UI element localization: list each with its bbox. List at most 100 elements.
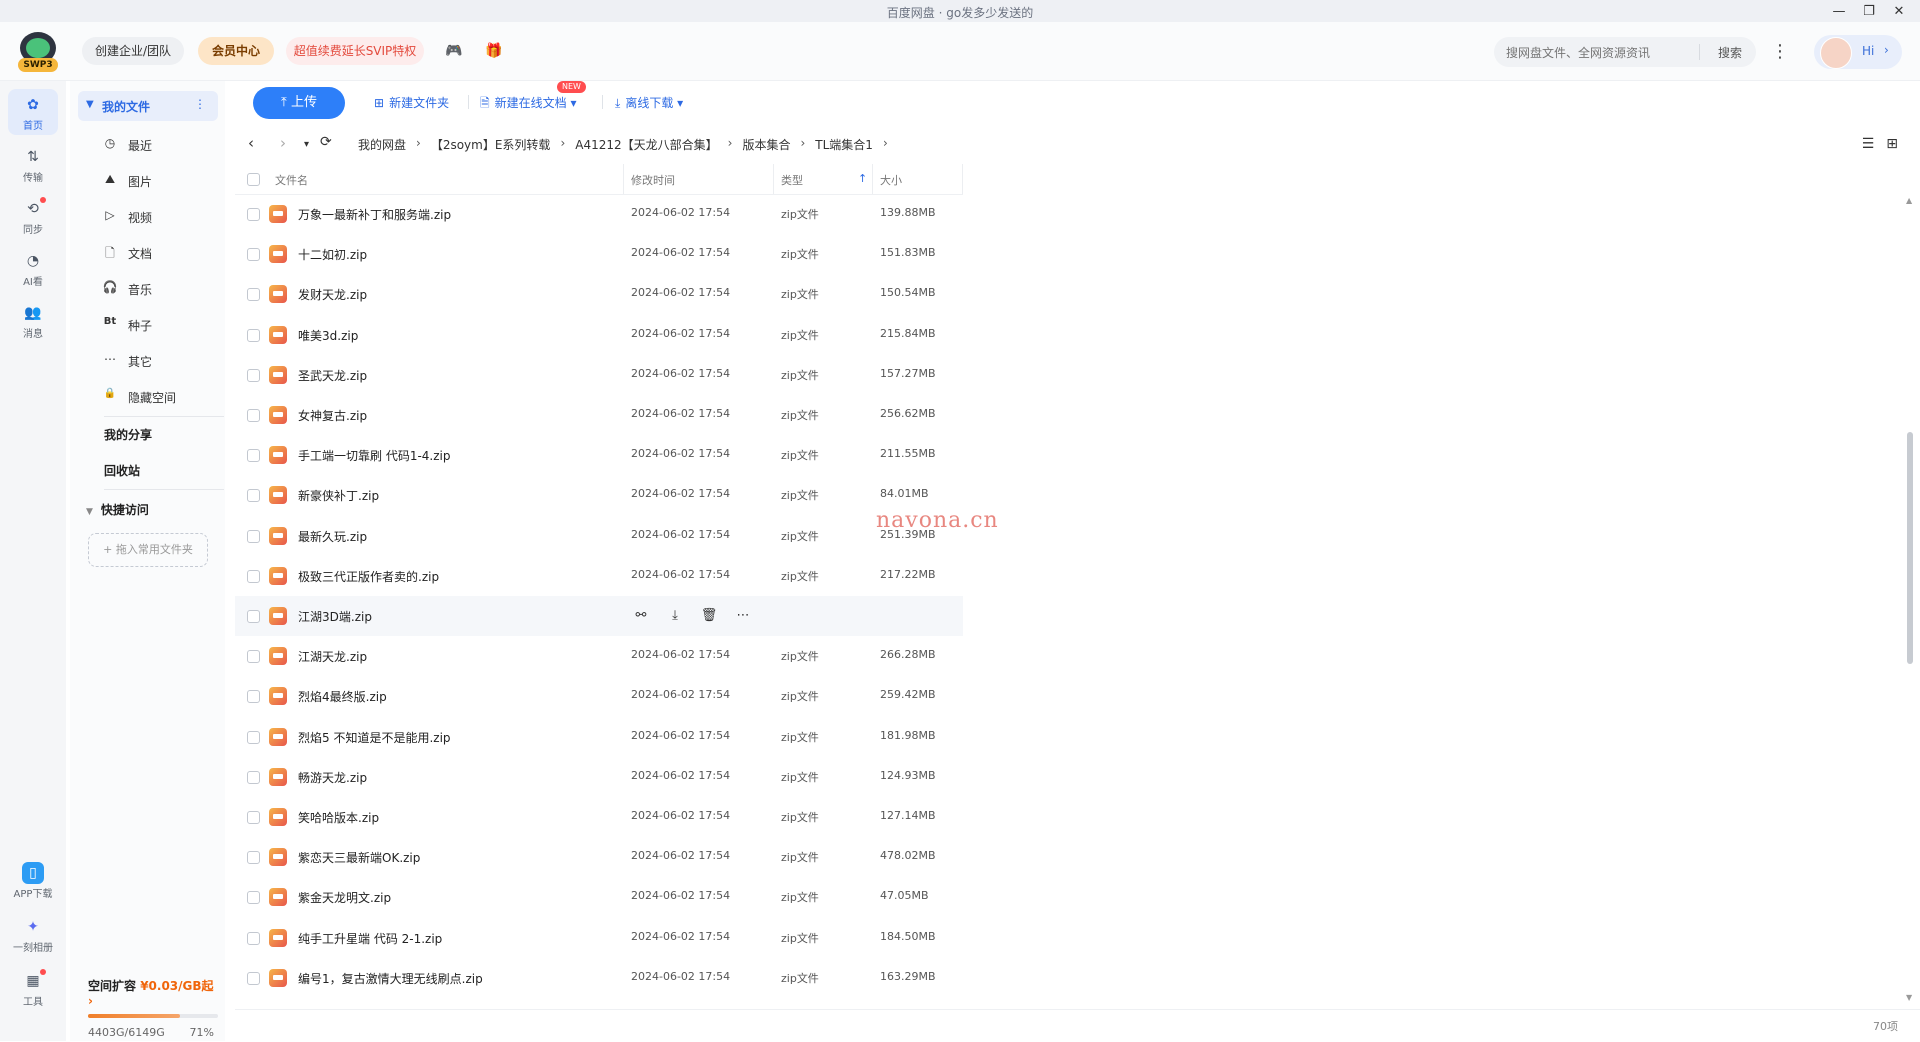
table-row[interactable]: 畅游天龙.zip 2024-06-02 17:54 zip文件 124.93MB <box>235 757 963 797</box>
row-checkbox[interactable] <box>247 971 260 985</box>
history-dropdown-icon[interactable]: ▾ <box>304 139 309 150</box>
row-checkbox[interactable] <box>247 610 260 623</box>
table-row[interactable]: 江湖3D端.zip ⚯ ⤓ 🗑 ⋯ <box>235 596 963 636</box>
new-folder-button[interactable]: ⊞ 新建文件夹 <box>374 94 449 111</box>
scroll-down-icon[interactable]: ▼ <box>1906 993 1912 1002</box>
file-name[interactable]: 紫恋天三最新端OK.zip <box>298 849 420 866</box>
sidebar-item-docs[interactable]: 🗋 文档 <box>102 238 222 268</box>
table-row[interactable]: 手工端一切靠刷 代码1-4.zip 2024-06-02 17:54 zip文件 21… <box>235 435 963 475</box>
file-name[interactable]: 唯美3d.zip <box>298 327 358 344</box>
create-team-button[interactable]: 创建企业/团队 <box>82 37 184 65</box>
table-row[interactable]: 新豪侠补丁.zip 2024-06-02 17:54 zip文件 84.01MB <box>235 475 963 515</box>
close-icon[interactable]: ✕ <box>1884 1 1914 21</box>
minimize-icon[interactable]: — <box>1824 1 1854 21</box>
file-name[interactable]: 万象一最新补丁和服务端.zip <box>298 206 451 223</box>
quick-access-header[interactable]: ▼ 快捷访问 <box>86 501 149 518</box>
file-name[interactable]: 紫金天龙明文.zip <box>298 889 391 906</box>
sidebar-item-torrent[interactable]: Bt 种子 <box>102 310 222 340</box>
row-checkbox[interactable] <box>247 811 260 824</box>
refresh-icon[interactable]: ⟳ <box>320 134 332 150</box>
row-checkbox[interactable] <box>247 449 260 463</box>
table-row[interactable]: 紫金天龙明文.zip 2024-06-02 17:54 zip文件 47.05MB <box>235 877 963 917</box>
scrollbar-thumb[interactable] <box>1907 432 1913 664</box>
row-checkbox[interactable] <box>247 409 260 422</box>
file-name[interactable]: 新豪侠补丁.zip <box>298 487 379 504</box>
restore-icon[interactable]: ❐ <box>1854 1 1884 21</box>
breadcrumb-item[interactable]: 我的网盘 <box>358 136 406 153</box>
row-checkbox[interactable] <box>247 328 260 342</box>
table-row[interactable]: 万象一最新补丁和服务端.zip 2024-06-02 17:54 zip文件 139.… <box>235 194 963 234</box>
file-name[interactable]: 畅游天龙.zip <box>298 769 367 786</box>
table-row[interactable]: 发财天龙.zip 2024-06-02 17:54 zip文件 150.54MB <box>235 274 963 314</box>
more-vertical-icon[interactable]: ⋮ <box>194 97 206 111</box>
sort-list-icon[interactable]: ☰ <box>1862 136 1875 152</box>
grid-view-icon[interactable]: ⊞ <box>1886 136 1898 152</box>
column-size[interactable]: 大小 <box>880 172 902 188</box>
user-profile[interactable]: Hi › <box>1814 35 1902 69</box>
table-row[interactable]: 纯手工升星端 代码 2-1.zip 2024-06-02 17:54 zip文件 18… <box>235 918 963 958</box>
breadcrumb-item[interactable]: A41212【天龙八部合集】 <box>575 136 717 153</box>
table-row[interactable]: 十二如初.zip 2024-06-02 17:54 zip文件 151.83MB <box>235 234 963 274</box>
file-name[interactable]: 江湖3D端.zip <box>298 608 372 625</box>
sidebar-my-files[interactable]: ▼ 我的文件 ⋮ <box>78 91 218 121</box>
file-name[interactable]: 发财天龙.zip <box>298 286 367 303</box>
upload-button[interactable]: ⤒ 上传 <box>253 87 345 119</box>
rail-ai[interactable]: ◔ AI看 <box>8 245 58 291</box>
search-button[interactable]: 搜索 <box>1718 44 1742 61</box>
table-row[interactable]: 极致三代正版作者卖的.zip 2024-06-02 17:54 zip文件 217.2… <box>235 556 963 596</box>
delete-icon[interactable]: 🗑 <box>699 606 719 626</box>
rail-message[interactable]: 👥 消息 <box>8 297 58 343</box>
file-name[interactable]: 女神复古.zip <box>298 407 367 424</box>
gift-icon[interactable]: 🎁 <box>484 41 504 61</box>
back-icon[interactable]: ‹ <box>248 134 254 152</box>
rail-album[interactable]: ✦ 一刻相册 <box>8 911 58 957</box>
row-checkbox[interactable] <box>247 529 260 543</box>
sidebar-item-music[interactable]: 🎧 音乐 <box>102 274 222 304</box>
vip-center-button[interactable]: 会员中心 <box>198 37 274 65</box>
sidebar-item-recent[interactable]: ◷ 最近 <box>102 130 222 160</box>
sidebar-my-share[interactable]: 我的分享 <box>104 426 152 443</box>
row-checkbox[interactable] <box>247 770 260 784</box>
row-checkbox[interactable] <box>247 489 260 503</box>
app-logo[interactable]: SWP3 <box>18 32 62 72</box>
file-name[interactable]: 圣武天龙.zip <box>298 367 367 384</box>
row-checkbox[interactable] <box>247 208 260 221</box>
row-checkbox[interactable] <box>247 569 260 583</box>
breadcrumb-item[interactable]: TL端集合1 <box>815 136 873 153</box>
row-checkbox[interactable] <box>247 690 260 704</box>
download-icon[interactable]: ⤓ <box>665 606 685 626</box>
scrollbar[interactable]: ▲ ▼ <box>1906 196 1914 1002</box>
table-row[interactable]: 烈焰5 不知道是不是能用.zip 2024-06-02 17:54 zip文件 181… <box>235 717 963 757</box>
share-icon[interactable]: ⚯ <box>631 606 651 626</box>
file-name[interactable]: 笑哈哈版本.zip <box>298 809 379 826</box>
file-name[interactable]: 手工端一切靠刷 代码1-4.zip <box>298 447 450 464</box>
file-name[interactable]: 极致三代正版作者卖的.zip <box>298 568 439 585</box>
column-modified[interactable]: 修改时间 <box>631 172 675 188</box>
more-menu-icon[interactable]: ⋮ <box>1770 40 1790 64</box>
file-name[interactable]: 纯手工升星端 代码 2-1.zip <box>298 930 442 947</box>
row-checkbox[interactable] <box>247 248 260 262</box>
row-checkbox[interactable] <box>247 730 260 744</box>
file-name[interactable]: 编号1，复古激情大理无线刷点.zip <box>298 970 483 987</box>
sort-asc-icon[interactable]: ↑ <box>858 172 867 185</box>
table-row[interactable]: 女神复古.zip 2024-06-02 17:54 zip文件 256.62MB <box>235 395 963 435</box>
select-all-checkbox[interactable] <box>247 173 260 186</box>
row-checkbox[interactable] <box>247 368 260 382</box>
column-name[interactable]: 文件名 <box>275 172 308 188</box>
row-checkbox[interactable] <box>247 891 260 905</box>
table-row[interactable]: 笑哈哈版本.zip 2024-06-02 17:54 zip文件 127.14MB <box>235 797 963 837</box>
breadcrumb-item[interactable]: 版本集合 <box>742 136 790 153</box>
storage-panel[interactable]: 空间扩容 ¥0.03/GB起 › 4403G/6149G 71% <box>88 977 218 1039</box>
rail-tools[interactable]: ▦ 工具 <box>8 965 58 1011</box>
sidebar-item-images[interactable]: ⛰ 图片 <box>102 166 222 196</box>
table-row[interactable]: 烈焰4最终版.zip 2024-06-02 17:54 zip文件 259.42MB <box>235 676 963 716</box>
sidebar-item-hidden-space[interactable]: 🔒 隐藏空间 <box>102 382 222 412</box>
offline-download-button[interactable]: ⤓ 离线下载 ▾ <box>615 94 683 111</box>
rail-home[interactable]: ✿ 首页 <box>8 89 58 135</box>
table-row[interactable]: 圣武天龙.zip 2024-06-02 17:54 zip文件 157.27MB <box>235 355 963 395</box>
table-row[interactable]: 最新久玩.zip 2024-06-02 17:54 zip文件 251.39MB <box>235 516 963 556</box>
table-row[interactable]: 江湖天龙.zip 2024-06-02 17:54 zip文件 266.28MB <box>235 636 963 676</box>
more-icon[interactable]: ⋯ <box>733 606 753 626</box>
table-row[interactable]: 编号1，复古激情大理无线刷点.zip 2024-06-02 17:54 zip文件 1… <box>235 958 963 998</box>
file-name[interactable]: 烈焰4最终版.zip <box>298 688 387 705</box>
